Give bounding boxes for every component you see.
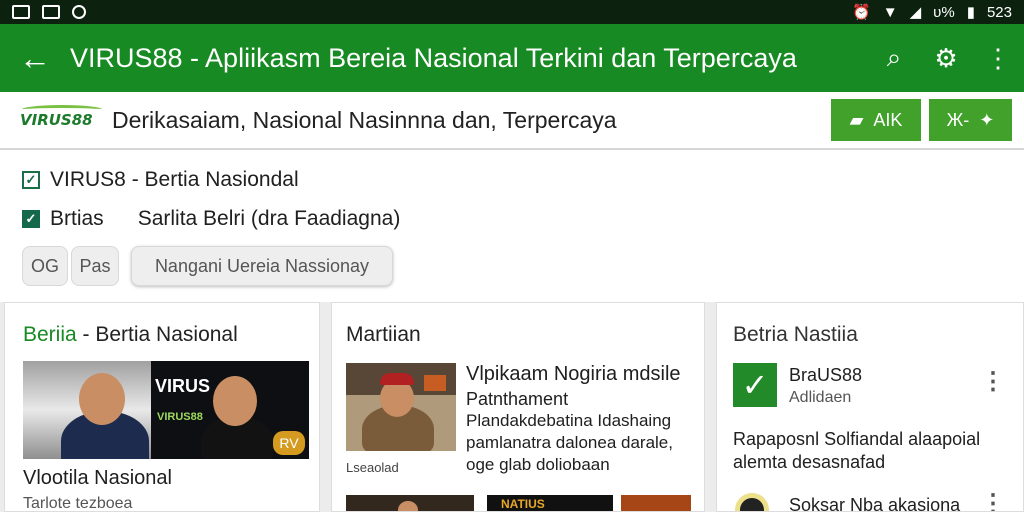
- news-card-left[interactable]: Beriia - Bertia Nasional VIRUS VIRUS88 R…: [4, 302, 320, 512]
- checkbox-2-label: Brtias: [50, 207, 104, 230]
- person-left-face: [79, 373, 125, 425]
- aik-button-label: AIK: [873, 109, 903, 130]
- card-middle-headline: Vlpikaam Nogiria mdsile: [466, 363, 681, 385]
- card-middle-body-1: Plandakdebatina Idashaing: [466, 411, 672, 430]
- card-left-title-rest: - Bertia Nasional: [76, 323, 238, 346]
- bottom-thumbnail-2[interactable]: NATIUS: [487, 495, 613, 511]
- card-right-more-icon-2[interactable]: ⋮: [981, 489, 1005, 511]
- person-right-face: [213, 376, 257, 426]
- card-left-caption: Vlootila Nasional: [23, 467, 172, 489]
- bottom-person-face: [398, 501, 418, 511]
- checkbox-1[interactable]: ✓: [22, 171, 40, 189]
- filter-checkbox-row-1[interactable]: ✓ VIRUS8 - Bertia Nasiondal: [22, 168, 299, 192]
- status-right-icons: ⏰ ▼ ◢ υ% ▮ 523: [852, 3, 1012, 22]
- banner-subtext: VIRUS88: [157, 411, 203, 423]
- signal-icon: ◢: [909, 4, 922, 21]
- card-left-title-accent: Beriia: [23, 323, 77, 346]
- sparkle-icon: ✦: [979, 109, 995, 130]
- wall-sign: [424, 375, 446, 391]
- news-card-right[interactable]: Betria Nastiia ✓ BraUS88 Adlidaen ⋮ Rapa…: [716, 302, 1024, 512]
- bottom-thumbnail-3[interactable]: [621, 495, 691, 511]
- thumbnail-badge: RV: [273, 431, 305, 455]
- gallery-icon: [42, 5, 60, 19]
- image-icon: [12, 5, 30, 19]
- wifi-icon: ▼: [882, 3, 898, 21]
- filter-chip-category[interactable]: Nangani Uereia Nassionay: [131, 246, 393, 286]
- search-icon[interactable]: ⌕: [868, 42, 920, 74]
- card-right-paragraph-1: Rapaposnl Solfiandal alaapoial: [733, 429, 981, 449]
- card-right-item1-title: BraUS88: [789, 365, 863, 385]
- brand-tagline: Derikasaiam, Nasional Nasinnna dan, Terp…: [112, 106, 617, 133]
- card-middle-body-2: pamlanatra dalonea darale,: [466, 433, 673, 452]
- bottom-thumbnail-text: NATIUS: [501, 497, 545, 511]
- virus88-logo: VIRUS88: [20, 105, 102, 129]
- banner-text: VIRUS: [155, 376, 211, 396]
- card-right-item1-subtitle: Adlidaen: [789, 389, 852, 406]
- news-card-middle[interactable]: Martiian Vlpikaam Nogiria mdsile Patntha…: [331, 302, 705, 512]
- clock: 523: [986, 3, 1012, 21]
- card-right-item2-title: Soksar Nba akasiona: [789, 495, 961, 512]
- brand-header: VIRUS88 Derikasaiam, Nasional Nasinnna d…: [0, 92, 1024, 150]
- card-middle-title: Martiian: [346, 323, 421, 346]
- card-middle-thumbnail[interactable]: [346, 363, 456, 451]
- check-icon: ✓: [733, 363, 777, 407]
- folder-icon: ▰: [849, 109, 864, 130]
- filter-chip-pas[interactable]: Pas: [71, 246, 119, 286]
- battery-icon: ▮: [966, 4, 975, 21]
- checkbox-2-detail: Sarlita Belri (dra Faadiagna): [137, 207, 401, 230]
- aik-button[interactable]: ▰ AIK: [831, 99, 921, 141]
- checkbox-2[interactable]: ✓: [22, 210, 40, 228]
- card-right-title: Betria Nastiia: [733, 323, 858, 346]
- alarm-icon: ⏰: [852, 4, 871, 21]
- card-left-title: Beriia - Bertia Nasional: [23, 323, 238, 347]
- extra-button[interactable]: Ж- ✦: [929, 99, 1012, 141]
- extra-button-label: Ж-: [946, 109, 970, 130]
- filter-checkbox-row-2[interactable]: ✓ Brtias Sarlita Belri (dra Faadiagna): [22, 207, 400, 231]
- card-left-thumbnail[interactable]: VIRUS VIRUS88 RV: [23, 361, 309, 459]
- back-button[interactable]: ←: [0, 24, 70, 92]
- app-bar: ← VIRUS88 - Apliikasm Bereia Nasional Te…: [0, 24, 1024, 92]
- red-beret: [380, 373, 414, 385]
- card-middle-subhead: Patnthament: [466, 389, 569, 409]
- card-middle-meta: Lseaolad: [346, 460, 399, 475]
- bottom-thumbnail-1[interactable]: [346, 495, 474, 511]
- settings-icon[interactable]: ⚙: [920, 43, 972, 74]
- page-title: VIRUS88 - Apliikasm Bereia Nasional Terk…: [70, 42, 797, 73]
- more-options-icon[interactable]: ⋮: [972, 43, 1024, 74]
- avatar: [735, 493, 769, 511]
- checkbox-1-label: VIRUS8 - Bertia Nasiondal: [50, 168, 299, 191]
- card-left-subcaption: Tarlote tezboea: [23, 495, 133, 512]
- shield-icon: [72, 5, 86, 19]
- filter-chip-og[interactable]: OG: [22, 246, 68, 286]
- status-bar: ⏰ ▼ ◢ υ% ▮ 523: [0, 0, 1024, 24]
- battery-percent: υ%: [933, 3, 955, 21]
- status-left-icons: [12, 5, 86, 19]
- card-middle-body-3: oge glab doliobaan: [466, 455, 610, 474]
- card-right-paragraph-2: alemta desasnafad: [733, 452, 886, 472]
- card-right-more-icon-1[interactable]: ⋮: [981, 367, 1005, 396]
